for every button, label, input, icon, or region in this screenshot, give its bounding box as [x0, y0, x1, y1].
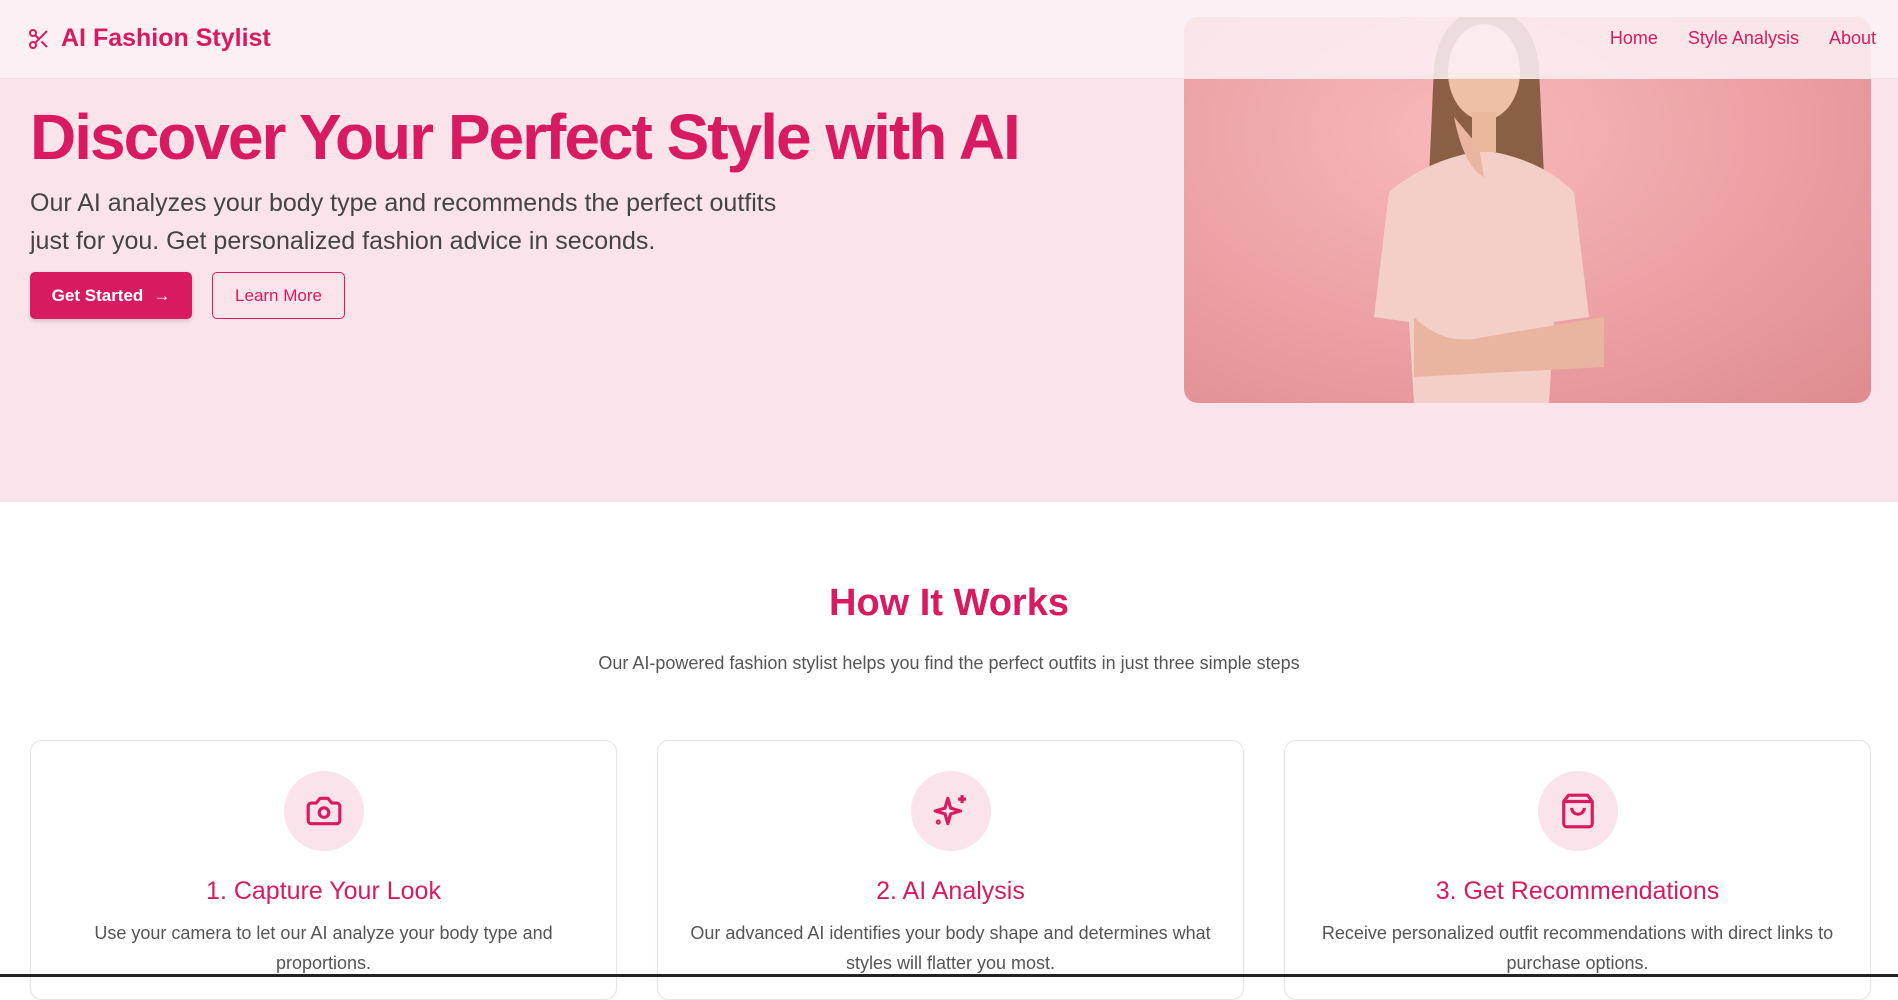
step-description: Receive personalized outfit recommendati… [1321, 923, 1834, 973]
nav-about[interactable]: About [1829, 28, 1876, 49]
step-card: 1. Capture Your Look Use your camera to … [30, 740, 617, 1000]
scissors-icon [29, 28, 48, 49]
top-nav-bar: AI Fashion Stylist Home Style Analysis A… [0, 0, 1898, 79]
hero-subtitle-line: just for you. Get personalized fashion a… [30, 227, 656, 255]
step-description: Our advanced AI identifies your body sha… [690, 923, 1211, 973]
hero-title: Discover Your Perfect Style with AI [30, 101, 1021, 173]
camera-icon [306, 796, 341, 826]
nav-style-analysis[interactable]: Style Analysis [1688, 28, 1799, 49]
step-title: 1. Capture Your Look [206, 877, 441, 905]
learn-more-button[interactable]: Learn More [212, 272, 345, 319]
main-nav: Home Style Analysis About [1610, 28, 1876, 49]
hero-subtitle-line: Our AI analyzes your body type and recom… [30, 189, 777, 217]
sparkles-icon [933, 795, 966, 826]
get-started-button[interactable]: Get Started → [30, 272, 192, 319]
step-card: 3. Get Recommendations Receive personali… [1284, 740, 1871, 1000]
logo[interactable]: AI Fashion Stylist [27, 24, 271, 53]
shopping-bag-icon [1561, 793, 1594, 829]
how-it-works-subtitle: Our AI-powered fashion stylist helps you… [598, 653, 1300, 673]
nav-home[interactable]: Home [1610, 28, 1658, 49]
hero-subtitle: Our AI analyzes your body type and recom… [30, 184, 830, 260]
step-title: 2. AI Analysis [876, 877, 1025, 905]
arrow-right-icon: → [153, 285, 171, 305]
how-it-works-title: How It Works [829, 582, 1069, 624]
logo-text: AI Fashion Stylist [61, 24, 271, 52]
step-title: 3. Get Recommendations [1435, 877, 1720, 905]
step-card: 2. AI Analysis Our advanced AI identifie… [657, 740, 1244, 1000]
get-started-label: Get Started [51, 285, 144, 305]
step-description: Use your camera to let our AI analyze yo… [94, 923, 553, 973]
